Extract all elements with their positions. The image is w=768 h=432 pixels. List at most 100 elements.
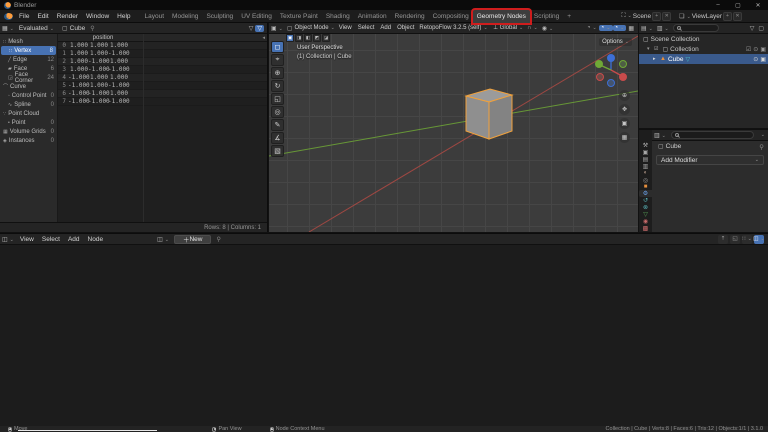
node-menu-add[interactable]: Add <box>64 236 84 243</box>
viewlayer-name[interactable]: ViewLayer <box>692 13 722 20</box>
menu-help[interactable]: Help <box>113 13 134 20</box>
scene-name[interactable]: Scene <box>633 13 651 20</box>
snapping-icon[interactable]: ∷ <box>742 235 752 244</box>
tree-control-point[interactable]: ◦Control Point0 <box>0 91 57 100</box>
minimize-button[interactable]: – <box>708 0 728 10</box>
parent-node-tree-icon[interactable]: ⇡ <box>718 235 728 244</box>
select-set-button[interactable]: ▣ <box>286 34 294 42</box>
tab-scripting[interactable]: Scripting <box>530 10 563 23</box>
tab-modeling[interactable]: Modeling <box>168 10 202 23</box>
new-node-tree-button[interactable]: ＋ New <box>174 235 212 244</box>
outliner-row-scene-collection[interactable]: ▢ Scene Collection <box>639 34 768 44</box>
tab-rendering[interactable]: Rendering <box>391 10 429 23</box>
tree-spline[interactable]: ∿Spline0 <box>0 100 57 109</box>
tab-render[interactable]: ▣ <box>639 149 652 156</box>
annotate-tool[interactable]: ✎ <box>271 119 284 131</box>
menu-window[interactable]: Window <box>82 13 113 20</box>
tab-sculpting[interactable]: Sculpting <box>202 10 237 23</box>
delete-viewlayer-button[interactable]: ✕ <box>733 12 742 21</box>
snap-magnet-icon[interactable]: ∩ <box>525 25 540 31</box>
table-column-header[interactable]: position ◂ <box>58 34 267 42</box>
proportional-edit-icon[interactable]: ◉ <box>540 25 555 32</box>
gizmo-neg-x-axis[interactable] <box>597 74 604 81</box>
pan-hand-icon[interactable]: ✥ <box>619 104 630 115</box>
retopoflow-menu[interactable]: RetopoFlow 3.2.5 (self) <box>419 25 487 31</box>
evaluation-mode-dropdown[interactable]: Evaluated <box>19 25 54 32</box>
disable-render-icon[interactable]: ▣ <box>760 46 766 53</box>
add-workspace-button[interactable]: + <box>563 13 575 20</box>
tab-compositing[interactable]: Compositing <box>429 10 473 23</box>
gizmo-x-axis[interactable] <box>619 73 627 81</box>
menu-render[interactable]: Render <box>53 13 82 20</box>
tab-geometry-nodes-annotated[interactable]: Geometry Nodes <box>473 10 530 23</box>
tab-world[interactable]: ◎ <box>639 177 652 184</box>
select-intersect-button[interactable]: ◪ <box>322 34 330 42</box>
spreadsheet-editor-type-icon[interactable]: ▦ <box>0 25 16 32</box>
pin-icon[interactable]: ⚲ <box>759 143 764 151</box>
camera-view-icon[interactable]: ▣ <box>619 118 630 129</box>
cursor-tool[interactable]: ⌖ <box>271 54 284 66</box>
outliner-filter-icon[interactable]: ▽ <box>748 25 757 32</box>
gizmo-neg-y-axis[interactable] <box>620 61 627 68</box>
tree-face-corner[interactable]: ◲Face Corner24 <box>0 73 57 82</box>
shading-wireframe-icon[interactable]: ◔ <box>585 25 599 31</box>
tree-mesh[interactable]: ∷Mesh <box>0 37 57 46</box>
new-collection-icon[interactable]: ▢ <box>756 25 766 32</box>
tab-shading[interactable]: Shading <box>322 10 354 23</box>
disable-render-icon[interactable]: ▣ <box>760 56 766 63</box>
properties-options-icon[interactable] <box>757 132 767 138</box>
properties-editor-type-icon[interactable]: ▥ <box>652 132 668 139</box>
menu-file[interactable]: File <box>15 13 33 20</box>
tree-point[interactable]: •Point0 <box>0 118 57 127</box>
tab-tool[interactable]: ⚒ <box>639 142 652 149</box>
overlays-icon[interactable]: ◔ <box>613 25 627 31</box>
tab-animation[interactable]: Animation <box>354 10 391 23</box>
pin-icon[interactable]: ⚲ <box>88 25 96 32</box>
options-button[interactable]: Options <box>599 38 632 46</box>
node-tree-icon[interactable]: ◫ <box>155 236 171 243</box>
filter-funnel-icon[interactable]: ▽ <box>247 25 256 32</box>
properties-search-input[interactable] <box>671 131 754 139</box>
node-menu-select[interactable]: Select <box>38 236 64 243</box>
add-modifier-button[interactable]: Add Modifier ⌄ <box>656 155 764 165</box>
zoom-icon[interactable]: ⊕ <box>619 90 630 101</box>
gizmo-neg-z-axis[interactable] <box>608 80 615 87</box>
hide-eye-icon[interactable]: ⊙ <box>753 46 758 53</box>
tab-texture-paint[interactable]: Texture Paint <box>276 10 322 23</box>
tree-instances[interactable]: ◈Instances0 <box>0 136 57 145</box>
move-tool[interactable]: ⊕ <box>271 67 284 79</box>
outliner-search-input[interactable] <box>673 24 719 32</box>
menu-edit[interactable]: Edit <box>33 13 52 20</box>
cube-object[interactable] <box>466 89 512 139</box>
select-box-tool[interactable]: ◻ <box>271 41 284 53</box>
new-scene-button[interactable]: + <box>652 12 661 21</box>
outliner-display-mode-icon[interactable]: ▥ <box>655 25 671 32</box>
gizmo-y-axis[interactable] <box>595 60 603 68</box>
rotate-tool[interactable]: ↻ <box>271 80 284 92</box>
scale-tool[interactable]: ◱ <box>271 93 284 105</box>
tree-vertex[interactable]: ∷Vertex8 <box>1 46 56 55</box>
orientation-dropdown[interactable]: Global <box>500 25 524 31</box>
viewport-menu-object[interactable]: Object <box>397 25 414 31</box>
tab-output[interactable]: ▤ <box>639 156 652 163</box>
select-extend-button[interactable]: ◨ <box>295 34 303 42</box>
delete-scene-button[interactable]: ✕ <box>662 12 671 21</box>
collection-checkbox-icon[interactable]: ☑ <box>654 46 658 52</box>
node-menu-view[interactable]: View <box>16 236 38 243</box>
viewport-menu-view[interactable]: View <box>339 25 352 31</box>
scene-selector[interactable]: ⛶ Scene + ✕ <box>621 12 671 21</box>
viewport-editor-type-icon[interactable]: ▣ <box>269 25 285 32</box>
tab-object-data[interactable]: ▽ <box>639 211 652 218</box>
hide-eye-icon[interactable]: ⊙ <box>753 56 758 63</box>
outliner-row-collection[interactable]: ▾ ☑ ▢ Collection ☑ ⊙ ▣ <box>639 44 768 54</box>
perspective-toggle-icon[interactable]: ▦ <box>619 132 630 143</box>
tree-edge[interactable]: ╱Edge12 <box>0 55 57 64</box>
gizmo-z-axis[interactable] <box>607 54 615 62</box>
node-group-icon[interactable]: ◱ <box>730 235 740 244</box>
tree-point-cloud[interactable]: ∵Point Cloud <box>0 109 57 118</box>
tree-volume-grids[interactable]: ▦Volume Grids0 <box>0 127 57 136</box>
tab-constraints[interactable]: ⊗ <box>639 204 652 211</box>
viewport-menu-add[interactable]: Add <box>380 25 391 31</box>
viewport-menu-select[interactable]: Select <box>358 25 375 31</box>
select-subtract-button[interactable]: ◧ <box>304 34 312 42</box>
